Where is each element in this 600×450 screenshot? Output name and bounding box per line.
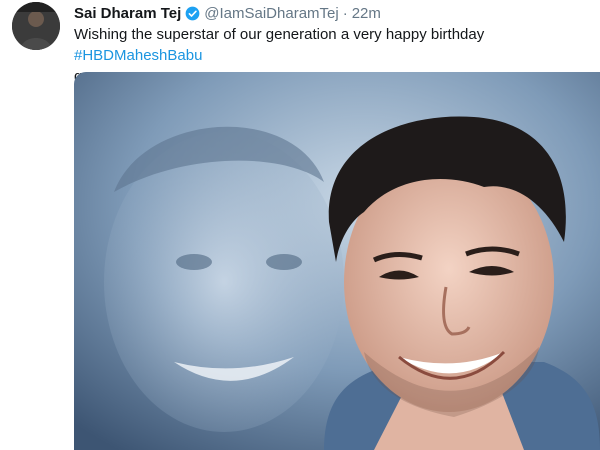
tweet-timestamp[interactable]: 22m bbox=[352, 5, 381, 22]
hashtag-link[interactable]: #HBDMaheshBabu bbox=[74, 47, 202, 64]
verified-badge-icon bbox=[185, 6, 200, 21]
profile-avatar[interactable] bbox=[12, 2, 60, 50]
tweet-header: Sai Dharam Tej @IamSaiDharamTej · 22m bbox=[74, 3, 381, 23]
display-name[interactable]: Sai Dharam Tej bbox=[74, 5, 181, 22]
meta-separator: · bbox=[342, 4, 348, 22]
user-handle[interactable]: @IamSaiDharamTej bbox=[204, 5, 338, 22]
tweet-media-photo[interactable] bbox=[74, 72, 600, 450]
photo-portrait bbox=[74, 72, 600, 450]
tweet[interactable]: Sai Dharam Tej @IamSaiDharamTej · 22m Wi… bbox=[0, 0, 600, 450]
tweet-text-main: Wishing the superstar of our generation … bbox=[74, 26, 485, 43]
